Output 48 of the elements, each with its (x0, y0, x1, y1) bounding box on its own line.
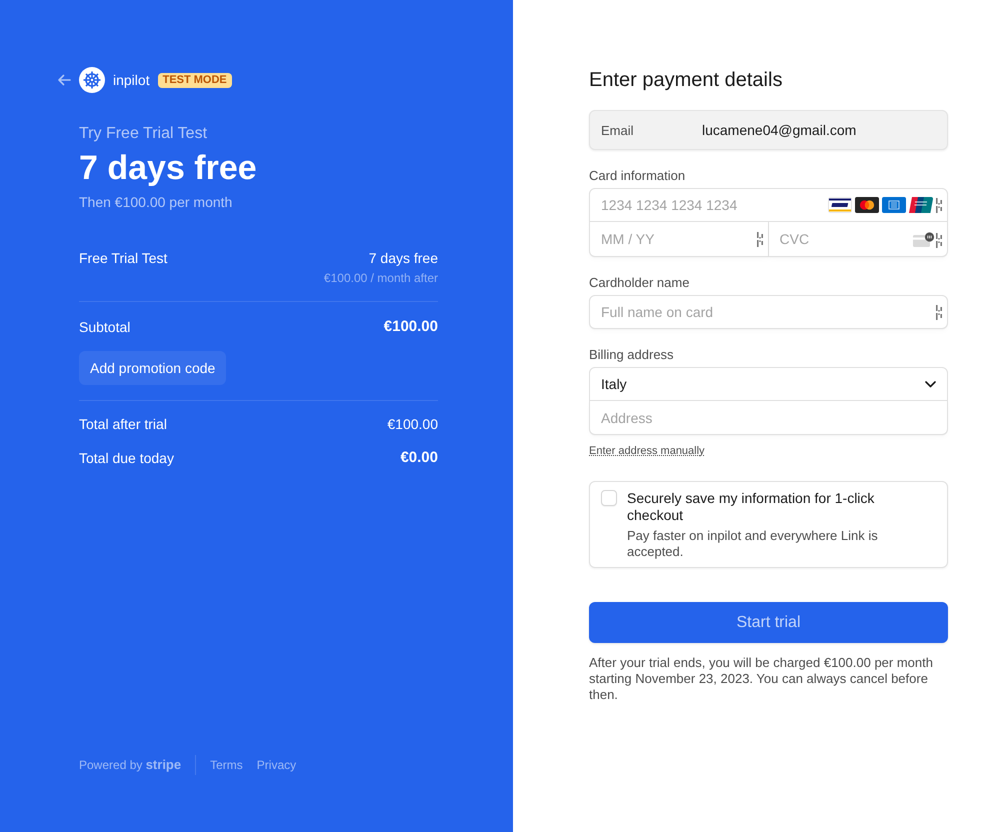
cardholder-name-label: Cardholder name (589, 275, 690, 291)
save-info-title: Securely save my information for 1-click checkout (627, 490, 876, 524)
country-select[interactable]: Italy (589, 367, 948, 401)
trial-price: 7 days free (79, 148, 258, 188)
chevron-down-icon (925, 380, 936, 388)
cvc-input[interactable]: CVC (768, 222, 948, 257)
mastercard-logo-icon (855, 197, 879, 213)
email-field[interactable]: Email lucamene04@gmail.com (589, 110, 948, 150)
line-item-detail: €100.00 / month after (324, 270, 438, 286)
trial-disclaimer: After your trial ends, you will be charged €100.00 per month starting November 23, 2023. You can always cancel before then. (589, 655, 934, 703)
dashed-bars-icon[interactable] (936, 198, 942, 212)
subtotal-label: Subtotal (79, 318, 130, 337)
test-mode-badge: TEST MODE (158, 72, 232, 88)
total-amount: €100.00 (387, 415, 438, 434)
save-info-checkbox[interactable] (601, 490, 617, 506)
footer-link[interactable]: Terms (210, 757, 243, 773)
address-input[interactable]: Address (589, 401, 948, 435)
brand-name: inpilot (113, 71, 150, 89)
email-label: Email (600, 122, 635, 138)
card-brand-icon (882, 197, 906, 213)
powered-by-text: Powered by stripe (79, 757, 182, 773)
line-item-name: Free Trial Test (79, 249, 168, 268)
cardholder-name-input[interactable]: Full name on card (589, 295, 948, 329)
ship-wheel-icon (79, 67, 105, 93)
billing-address-label: Billing address (589, 347, 675, 363)
total-amount: €0.00 (400, 448, 438, 468)
total-label: Total after trial (79, 415, 167, 434)
subtotal-amount: €100.00 (384, 317, 438, 337)
email-value: lucamene04@gmail.com (702, 122, 856, 138)
total-label: Total due today (79, 449, 174, 468)
recurring-price: Then €100.00 per month (79, 193, 234, 211)
save-info-description: Pay faster on inpilot and everywhere Link is accepted. (627, 528, 879, 560)
form-title: Enter payment details (589, 68, 784, 92)
back-arrow-icon[interactable] (57, 73, 71, 87)
dashed-bars-icon[interactable] (936, 305, 942, 320)
start-trial-button[interactable]: Start trial (589, 602, 948, 643)
add-promotion-code-button[interactable]: Add promotion code (79, 351, 226, 385)
expiry-input[interactable]: MM / YY (589, 222, 768, 257)
dashed-bars-icon[interactable] (756, 232, 762, 247)
card-brand-icon (909, 197, 933, 213)
card-information-label: Card information (589, 168, 686, 184)
footer-link[interactable]: Privacy (256, 757, 296, 773)
line-item-amount: 7 days free (368, 249, 438, 268)
dashed-bars-icon[interactable] (936, 232, 942, 248)
card-brand-icon (828, 197, 852, 213)
enter-address-manually-link[interactable]: Enter address manually (589, 444, 705, 458)
card-cvc-icon (913, 232, 935, 248)
product-name: Try Free Trial Test (79, 124, 208, 144)
